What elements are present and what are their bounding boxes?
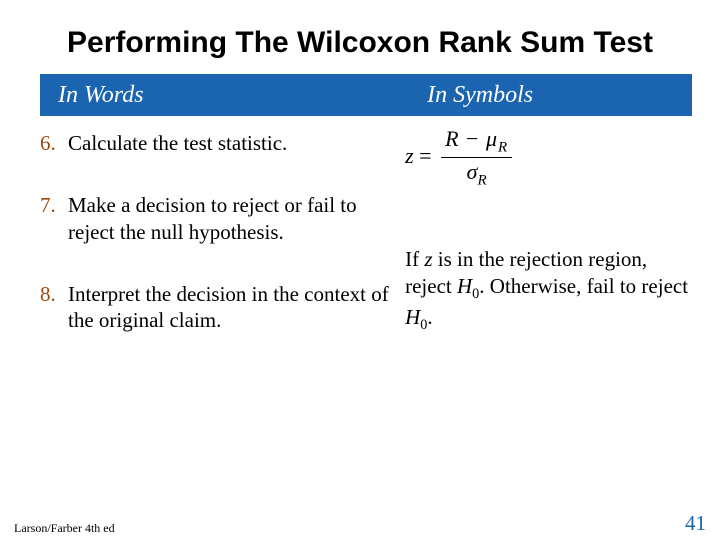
step-text: Interpret the decision in the context of… — [68, 281, 391, 334]
txt-H1: H — [457, 274, 472, 298]
list-item: 8. Interpret the decision in the context… — [40, 281, 391, 334]
formula-mu: μ — [486, 126, 498, 151]
formula-mu-sub: R — [498, 139, 508, 155]
symbols-column: z = R − μR σR If z is in the rejection r… — [405, 130, 692, 369]
step-number: 6. — [40, 130, 68, 156]
steps-list: 6. Calculate the test statistic. 7. Make… — [40, 130, 391, 333]
formula-denominator: σR — [441, 158, 512, 189]
list-item: 7. Make a decision to reject or fail to … — [40, 192, 391, 245]
formula-fraction: R − μR σR — [441, 126, 512, 190]
z-formula: z = R − μR σR — [405, 126, 692, 190]
formula-sigma: σ — [467, 159, 478, 184]
page-title: Performing The Wilcoxon Rank Sum Test — [0, 0, 720, 74]
slide: Performing The Wilcoxon Rank Sum Test In… — [0, 0, 720, 540]
list-item: 6. Calculate the test statistic. — [40, 130, 391, 156]
step-number: 8. — [40, 281, 68, 334]
column-header-bar: In Words In Symbols — [40, 74, 692, 116]
txt-pre: If — [405, 247, 424, 271]
page-number: 41 — [685, 511, 706, 536]
decision-rule-text: If z is in the rejection region, reject … — [405, 246, 692, 335]
formula-z: z — [405, 143, 414, 168]
formula-numerator: R − μR — [441, 126, 512, 158]
formula-R: R — [445, 126, 459, 151]
step-text: Calculate the test statistic. — [68, 130, 391, 156]
formula-minus: − — [460, 126, 486, 151]
words-column: 6. Calculate the test statistic. 7. Make… — [40, 130, 405, 369]
footer: Larson/Farber 4th ed 41 — [14, 511, 706, 536]
header-in-words: In Words — [40, 82, 423, 109]
footer-source: Larson/Farber 4th ed — [14, 521, 115, 536]
formula-sigma-sub: R — [477, 173, 486, 189]
step-text: Make a decision to reject or fail to rej… — [68, 192, 391, 245]
step-number: 7. — [40, 192, 68, 245]
txt-H2: H — [405, 305, 420, 329]
header-in-symbols: In Symbols — [423, 82, 692, 109]
formula-equals: = — [414, 143, 437, 168]
txt-after2: . — [427, 305, 432, 329]
txt-after1: . Otherwise, fail to reject — [479, 274, 688, 298]
content-area: 6. Calculate the test statistic. 7. Make… — [0, 116, 720, 369]
txt-z: z — [424, 247, 432, 271]
